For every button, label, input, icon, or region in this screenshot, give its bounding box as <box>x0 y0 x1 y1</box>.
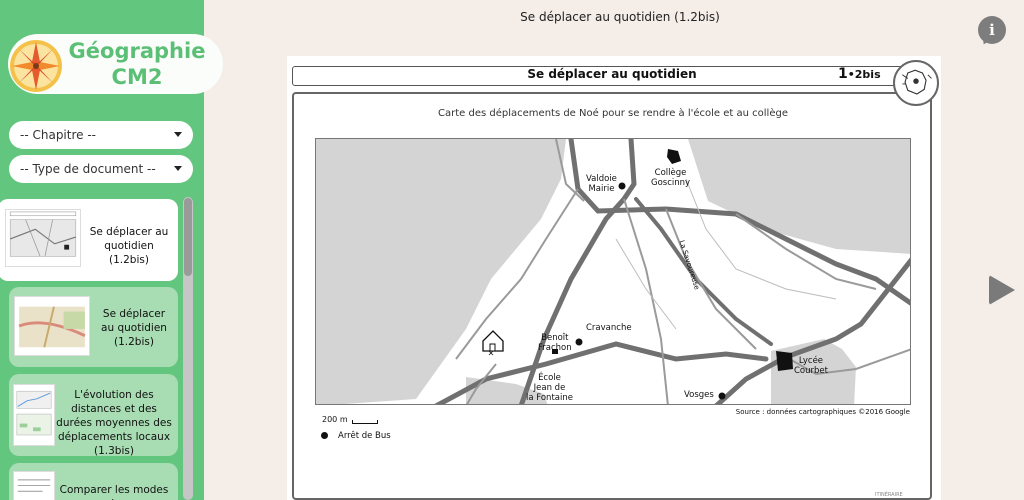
map-label-ecole: École Jean de la Fontaine <box>526 373 573 403</box>
label-line: Courbet <box>794 366 828 376</box>
map-scale-bar <box>352 420 378 424</box>
app-title-line1: Géographie <box>68 39 206 63</box>
next-arrow-icon[interactable] <box>989 275 1015 305</box>
page-title: Se déplacer au quotidien (1.2bis) <box>520 10 720 24</box>
map-caption: Carte des déplacements de Noé pour se re… <box>438 108 788 119</box>
map-label-cravanche: Cravanche <box>586 323 632 333</box>
label-line: Frachon <box>538 343 572 353</box>
app-title: Géographie CM2 <box>62 38 212 90</box>
document-thumbnail <box>5 209 81 267</box>
france-map-icon <box>893 60 939 106</box>
chapter-select[interactable]: -- Chapitre -- <box>9 121 193 149</box>
map-label-benoit-frachon: Benoît Frachon <box>538 333 572 353</box>
document-footer: ITINÉRAIRE <box>875 492 903 498</box>
card-label: Comparer les modes de <box>59 484 169 500</box>
map-source: Source : données cartographiques ©2016 G… <box>735 408 910 416</box>
map-label-valdoie: Valdoie Mairie <box>586 174 617 194</box>
label-line: Jean de <box>533 383 566 393</box>
document-number: 1•2bis <box>838 66 881 82</box>
label-line: Mairie <box>588 184 615 194</box>
label-line: École <box>538 373 561 383</box>
document-thumbnail <box>13 471 55 500</box>
doc-type-select-value: -- Type de document -- <box>20 162 156 176</box>
chapter-select-value: -- Chapitre -- <box>20 128 96 142</box>
document-number-main: 1 <box>838 66 848 82</box>
compass-logo-icon <box>10 40 62 92</box>
map-label-lycee: Lycée Courbet <box>794 356 828 376</box>
document-thumbnail <box>14 296 90 356</box>
label-line: Benoît <box>541 333 569 343</box>
card-label: Se déplacer au quotidien (1.2bis) <box>101 308 167 348</box>
document-card[interactable]: Se déplacer au quotidien (1.2bis) <box>9 287 178 367</box>
document-card[interactable]: Comparer les modes de <box>9 463 178 500</box>
travel-map: Valdoie Mairie Collège Goscinny La Savoure… <box>315 138 911 405</box>
document-card[interactable]: Se déplacer au quotidien (1.2bis) <box>0 199 178 281</box>
label-line: Goscinny <box>651 178 691 188</box>
label-line: Collège <box>654 168 687 178</box>
card-label: Se déplacer au quotidien (1.2bis) <box>89 226 169 266</box>
document-thumbnail <box>13 384 55 446</box>
app-title-line2: CM2 <box>111 65 163 89</box>
map-scale-label: 200 m <box>322 415 348 424</box>
sidebar-scroll-thumb[interactable] <box>184 198 192 276</box>
doc-type-select[interactable]: -- Type de document -- <box>9 155 193 183</box>
label-line: la Fontaine <box>526 393 573 403</box>
document-heading: Se déplacer au quotidien <box>527 67 697 81</box>
map-label-vosges: Vosges <box>684 390 714 400</box>
map-legend-label: Arrêt de Bus <box>338 431 391 441</box>
label-line: Lycée <box>798 356 824 366</box>
label-line: Valdoie <box>586 174 617 184</box>
chevron-down-icon <box>174 166 182 171</box>
bus-stop-legend-icon <box>321 432 328 439</box>
map-label-college: Collège Goscinny <box>651 168 690 188</box>
chevron-down-icon <box>174 132 182 137</box>
document-card[interactable]: L'évolution des distances et des durées … <box>9 374 178 456</box>
document-number-sub: •2bis <box>847 68 881 81</box>
card-label: L'évolution des distances et des durées … <box>56 389 172 456</box>
